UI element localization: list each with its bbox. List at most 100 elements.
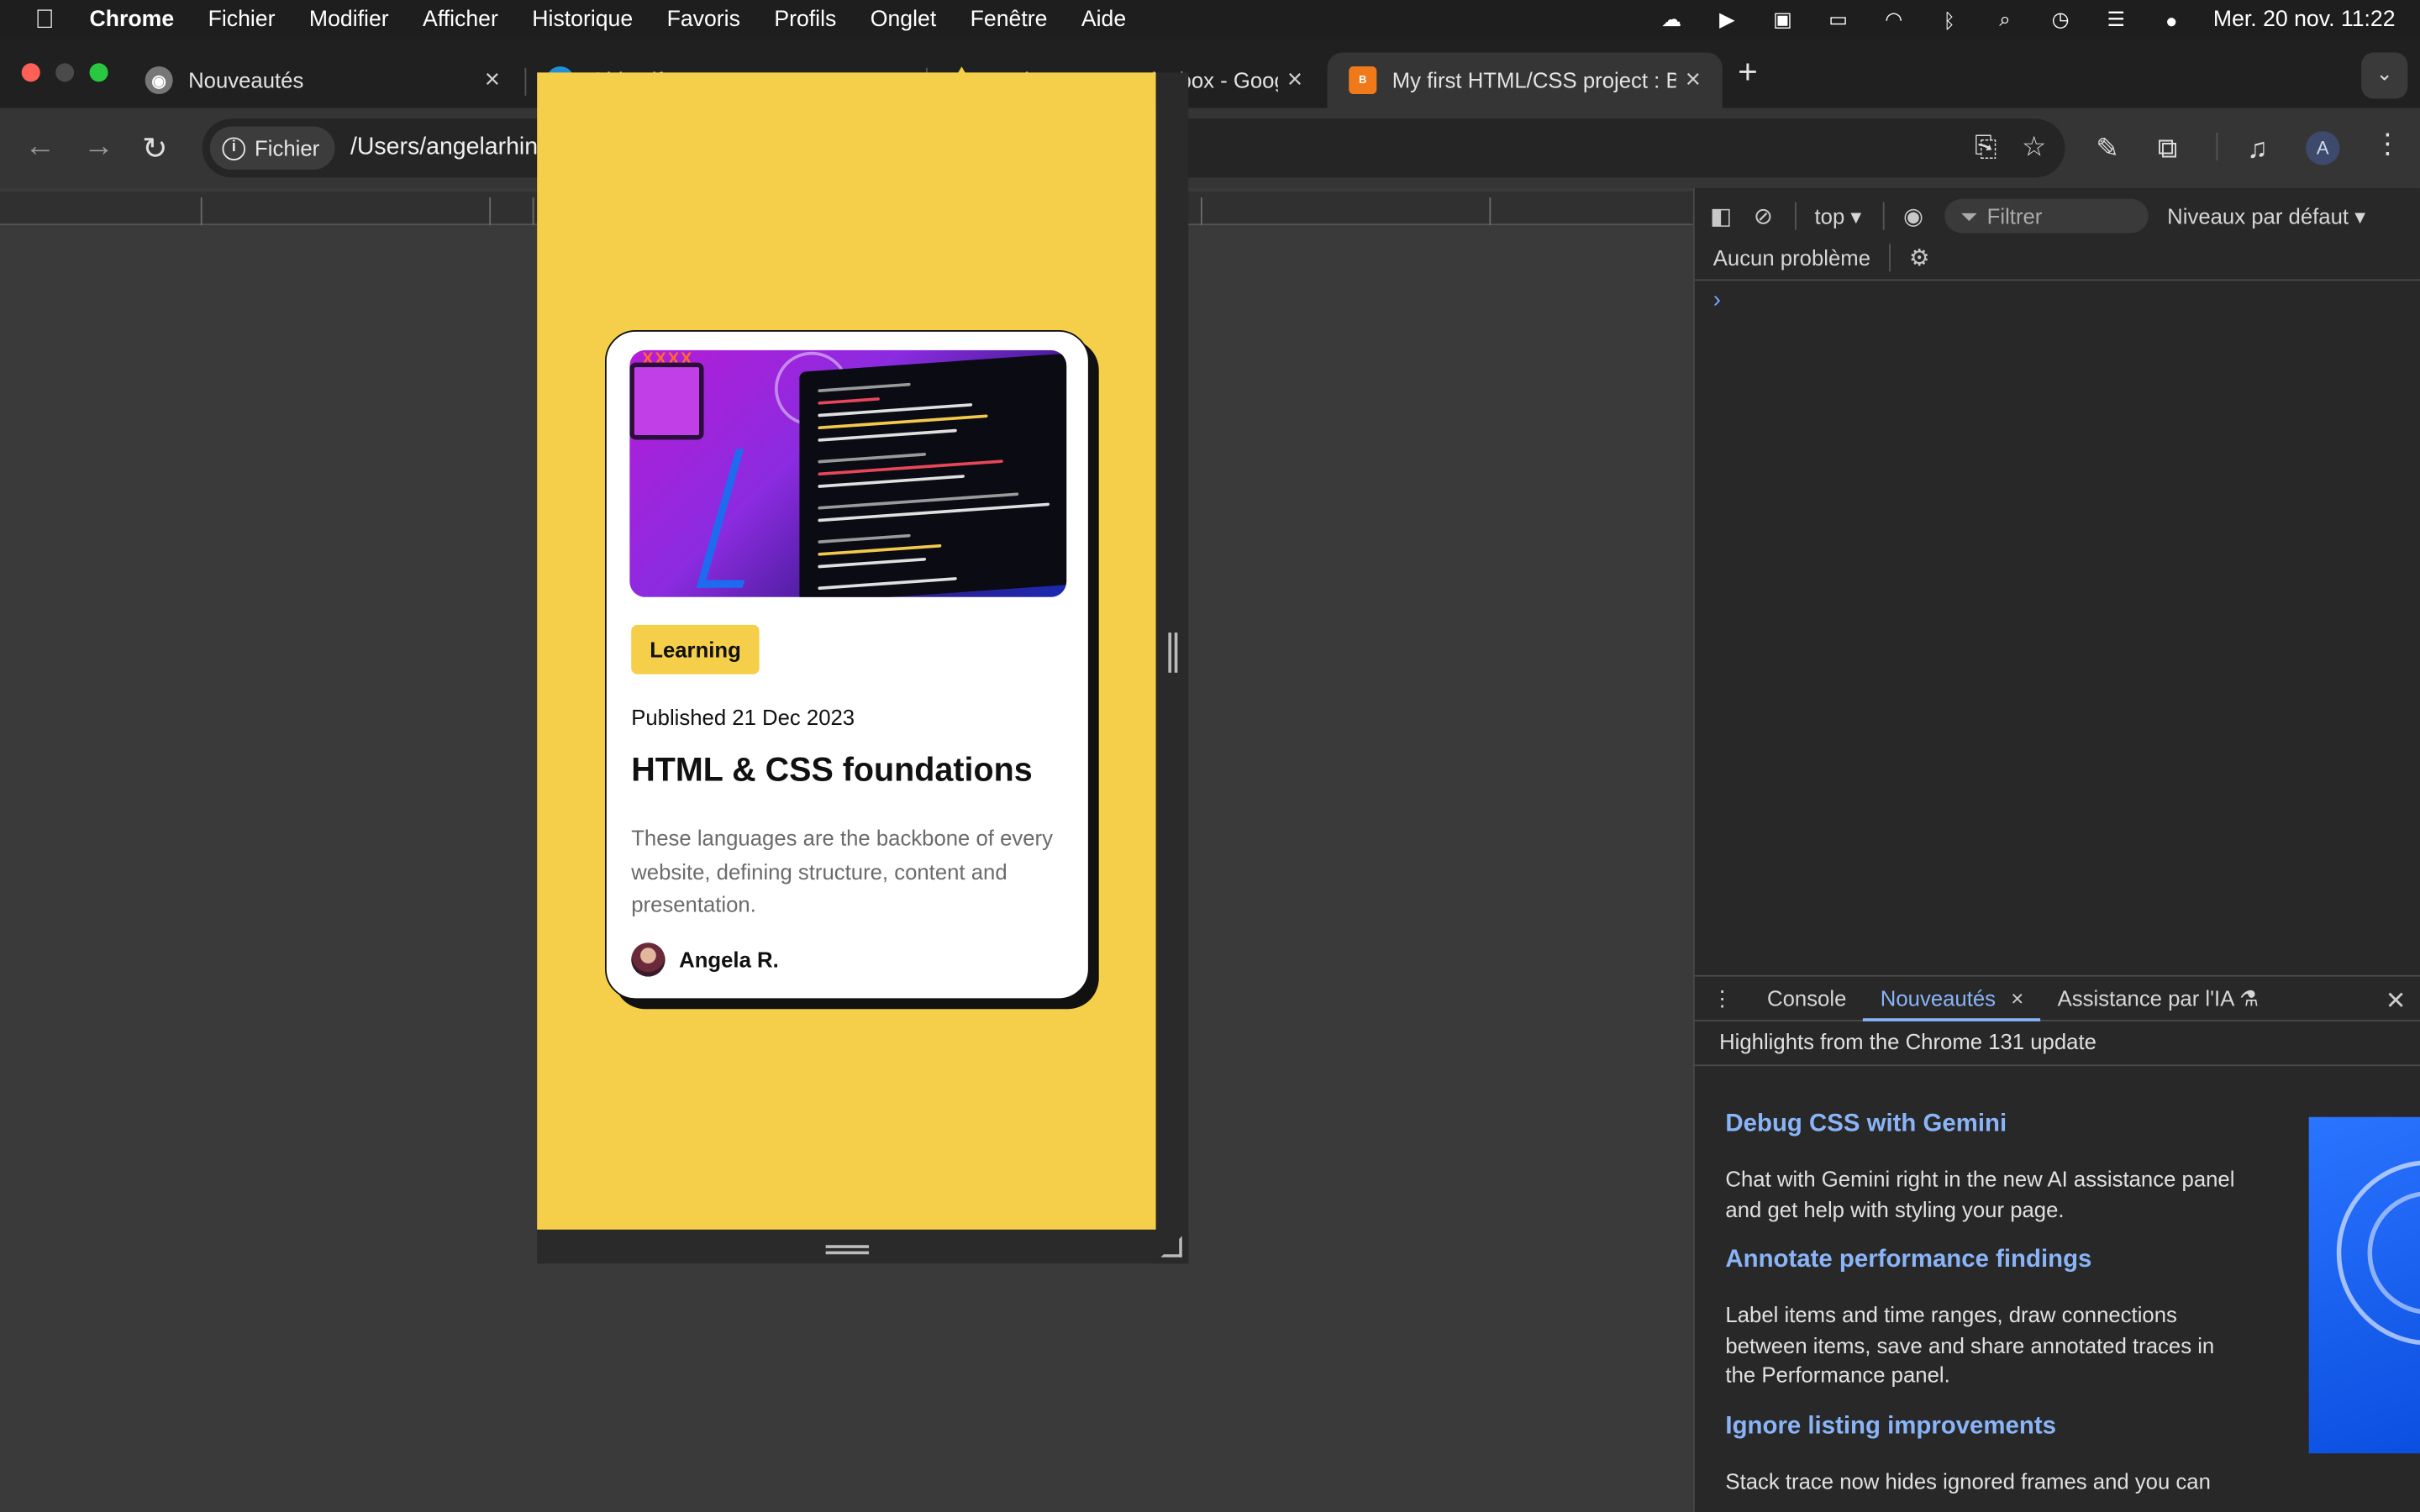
issues-status[interactable]: Aucun problème [1713, 245, 1870, 270]
drawer-tab-label: Nouveautés [1880, 985, 1996, 1011]
whats-new-item-text: Stack trace now hides ignored frames and… [1725, 1467, 2211, 1494]
whats-new-heading: Highlights from the Chrome 131 update [1719, 1029, 2096, 1054]
bluetooth-icon[interactable]: ᛒ [1935, 8, 1963, 32]
siri-icon[interactable]: ● [2158, 8, 2186, 32]
toolbar-divider [1794, 202, 1797, 230]
play-circle-icon[interactable]: ▶ [1713, 8, 1741, 31]
close-drawer-icon[interactable]: ✕ [2386, 986, 2407, 1017]
filter-funnel-icon: ⏷ [1960, 202, 1978, 228]
caption-icon[interactable]: ▣ [1769, 8, 1797, 31]
battery-charging-icon[interactable]: ▭ [1824, 8, 1852, 31]
menu-app-chrome[interactable]: Chrome [90, 8, 175, 32]
tab-nouveautes[interactable]: ◉ Nouveautés × [124, 52, 522, 108]
browser-tab-strip: ◉ Nouveautés × S ObjectifDev × Projet1: … [0, 39, 2420, 108]
sidebar-toggle-icon[interactable]: ◧ [1710, 202, 1732, 229]
log-levels-dropdown[interactable]: Niveaux par défaut ▾ [2167, 203, 2365, 229]
forward-button[interactable]: → [83, 129, 114, 165]
chrome-menu-icon[interactable]: ⋮ [2374, 128, 2402, 160]
spotlight-search-icon[interactable]: ⌕ [1991, 8, 2018, 31]
time-machine-icon[interactable]: ◷ [2047, 8, 2075, 31]
resize-handle-horizontal[interactable] [825, 1245, 870, 1255]
context-selector[interactable]: top ▾ [1815, 203, 1862, 229]
translate-icon[interactable]: ⎘ [1975, 131, 1996, 164]
card-title[interactable]: HTML & CSS foundations [631, 751, 1033, 790]
menu-onglet[interactable]: Onglet [871, 8, 936, 32]
card-hero-image: XXXX [629, 349, 1067, 597]
chrome-icon: ◉ [145, 66, 173, 95]
close-icon[interactable]: × [2011, 986, 2023, 1011]
console-filter-input[interactable]: ⏷ Filtrer [1944, 198, 2149, 234]
tab-my-first-project[interactable]: B My first HTML/CSS project : B × [1327, 52, 1723, 108]
menu-favoris[interactable]: Favoris [667, 8, 740, 32]
new-tab-button[interactable]: + [1738, 52, 1758, 92]
flask-icon: ⚗ [2239, 985, 2260, 1011]
macos-menu-bar:  Chrome Fichier Modifier Afficher Histo… [0, 0, 2420, 40]
blog-preview-card: XXXX Learning Published 21 Dec 2023 HTML… [604, 330, 1090, 1000]
menu-clock[interactable]: Mer. 20 nov. 11:22 [2213, 8, 2396, 32]
bookmark-star-icon[interactable]: ☆ [2022, 131, 2047, 164]
ruler-mark [1200, 197, 1202, 226]
whats-new-item-title[interactable]: Annotate performance findings [1725, 1247, 2249, 1274]
close-icon[interactable]: × [1676, 65, 1710, 96]
card-description: These languages are the backbone of ever… [631, 825, 1053, 916]
devtools-panel: ◧ ⊘ top ▾ ◉ ⏷ Filtrer Niveaux par défaut… [1692, 188, 2420, 1512]
close-icon[interactable]: × [476, 65, 509, 96]
image-decoration [696, 449, 783, 588]
site-info-chip[interactable]: i Fichier [209, 126, 335, 171]
media-controls-icon[interactable]: ♫ [2247, 133, 2268, 165]
toolbar-divider [2216, 132, 2218, 161]
extensions-puzzle-icon[interactable]: ⧉ [2158, 133, 2178, 165]
wifi-icon[interactable]: ◠ [1880, 8, 1907, 31]
whats-new-item-title[interactable]: Debug CSS with Gemini [1725, 1110, 2249, 1138]
console-settings-gear-icon[interactable]: ⚙ [1909, 244, 1930, 271]
live-expression-eye-icon[interactable]: ◉ [1903, 202, 1923, 229]
whats-new-promo-image[interactable] [2308, 1116, 2420, 1454]
whats-new-item-text: Chat with Gemini right in the new AI ass… [1725, 1166, 2235, 1221]
window-zoom-button[interactable] [89, 63, 108, 82]
info-icon: i [222, 136, 246, 160]
apple-logo-icon[interactable]:  [0, 5, 90, 36]
drawer-tab-console[interactable]: Console [1750, 975, 1864, 1021]
toolbar-divider [1883, 202, 1885, 230]
menu-aide[interactable]: Aide [1081, 8, 1126, 32]
context-label: top [1814, 202, 1845, 228]
menu-fenetre[interactable]: Fenêtre [971, 8, 1048, 32]
whats-new-item-title[interactable]: Ignore listing improvements [1725, 1412, 2249, 1440]
browser-toolbar: ← → ↻ i Fichier /Users/angelarhin/Deskto… [0, 108, 2420, 189]
eyedropper-extension-icon[interactable]: ✎ [2096, 133, 2119, 165]
close-icon[interactable]: × [1278, 65, 1312, 96]
reload-button[interactable]: ↻ [142, 129, 168, 168]
window-close-button[interactable] [21, 63, 40, 82]
clear-console-icon[interactable]: ⊘ [1754, 202, 1773, 229]
window-minimize-button[interactable] [55, 63, 75, 82]
author-avatar [631, 942, 666, 977]
tab-search-button[interactable]: ⌄ [2361, 52, 2408, 99]
ruler-mark [1489, 197, 1491, 226]
image-decoration [629, 362, 704, 440]
menu-afficher[interactable]: Afficher [423, 8, 498, 32]
ruler-mark [532, 197, 534, 226]
menu-modifier[interactable]: Modifier [309, 8, 389, 32]
console-prompt-chevron-icon[interactable]: › [1713, 287, 1721, 313]
back-button[interactable]: ← [24, 129, 55, 165]
drawer-menu-icon[interactable]: ⋮ [1695, 975, 1750, 1021]
control-center-icon[interactable]: ☰ [2102, 8, 2130, 31]
menu-profils[interactable]: Profils [774, 8, 836, 32]
drawer-tab-bar: ⋮ Console Nouveautés × Assistance par l'… [1694, 974, 2420, 1021]
published-date: Published 21 Dec 2023 [631, 705, 855, 730]
resize-handle-vertical[interactable] [1168, 633, 1178, 673]
cloud-record-icon[interactable]: ☁ [1658, 8, 1686, 31]
tab-title: Nouveautés [188, 67, 304, 93]
profile-avatar[interactable]: A [2306, 131, 2340, 165]
blog-favicon-icon: B [1349, 66, 1377, 95]
image-code-screen [799, 353, 1067, 597]
author-block: Angela R. [631, 942, 779, 977]
drawer-tab-ai-assistance[interactable]: Assistance par l'IA ⚗ [2040, 975, 2275, 1021]
menu-fichier[interactable]: Fichier [208, 8, 276, 32]
menu-historique[interactable]: Historique [532, 8, 633, 32]
drawer-tab-label: Assistance par l'IA [2057, 985, 2233, 1011]
ruler-mark [489, 197, 492, 226]
divider [1694, 1064, 2420, 1067]
drawer-tab-whats-new[interactable]: Nouveautés × [1863, 975, 2041, 1021]
tab-title: My first HTML/CSS project : B [1392, 67, 1676, 93]
